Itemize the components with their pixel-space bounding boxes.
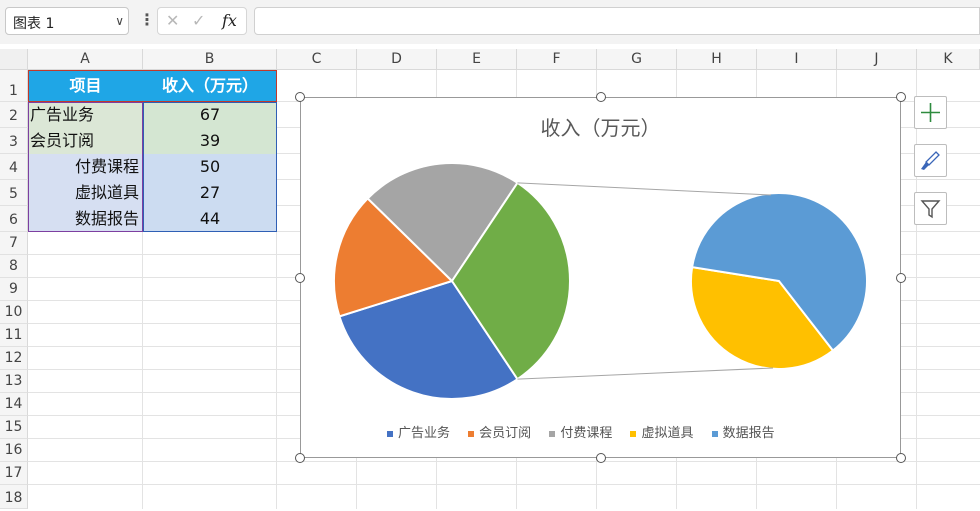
formula-actions: ✕ ✓ fx [157, 7, 247, 35]
legend-swatch [468, 430, 475, 437]
row-header-5[interactable]: 5 [0, 180, 28, 206]
chevron-down-icon[interactable]: ∨ [115, 14, 124, 28]
row-header-15[interactable]: 15 [0, 416, 28, 439]
legend-item[interactable]: 广告业务 [387, 422, 450, 441]
row-header-17[interactable]: 17 [0, 462, 28, 485]
insert-function-icon[interactable]: fx [222, 11, 237, 30]
column-header-f[interactable]: F [517, 49, 597, 70]
row-header-16[interactable]: 16 [0, 439, 28, 462]
row-header-9[interactable]: 9 [0, 278, 28, 301]
chart-legend[interactable]: 广告业务 会员订阅 付费课程 虚拟道具 数据报告 [387, 422, 789, 441]
row-header-14[interactable]: 14 [0, 393, 28, 416]
legend-item[interactable]: 付费课程 [549, 422, 612, 441]
legend-label: 付费课程 [560, 426, 613, 441]
column-header-c[interactable]: C [277, 49, 357, 70]
name-box[interactable]: 图表 1 ∨ [5, 7, 129, 35]
column-header-k[interactable]: K [917, 49, 980, 70]
resize-handle-bottom[interactable] [596, 453, 606, 463]
legend-swatch [387, 430, 393, 437]
column-header-a[interactable]: A [28, 49, 143, 70]
column-header-h[interactable]: H [677, 49, 757, 70]
range-highlight-header [28, 70, 277, 102]
range-highlight-items [28, 102, 143, 232]
formula-bar: 图表 1 ∨ ⋮ ✕ ✓ fx [0, 0, 980, 44]
row-header-2[interactable]: 2 [0, 102, 28, 128]
resize-handle-bottom-left[interactable] [295, 453, 305, 463]
resize-handle-left[interactable] [295, 273, 305, 283]
column-header-d[interactable]: D [357, 49, 437, 70]
resize-handle-top[interactable] [596, 92, 606, 102]
more-options-icon[interactable]: ⋮ [139, 10, 155, 29]
column-header-b[interactable]: B [143, 49, 277, 70]
row-header-13[interactable]: 13 [0, 370, 28, 393]
chart-filter-icon [920, 200, 941, 219]
legend-label: 广告业务 [398, 426, 451, 441]
add-chart-element-icon [921, 103, 940, 122]
legend-label: 虚拟道具 [641, 426, 694, 441]
chart-area[interactable]: 收入（万元） 广告业务 会员订阅 付费课程 虚拟道具 数据报告 [300, 97, 901, 458]
row-header-18[interactable]: 18 [0, 485, 28, 509]
legend-label: 数据报告 [722, 426, 775, 441]
row-header-6[interactable]: 6 [0, 206, 28, 232]
row-header-7[interactable]: 7 [0, 232, 28, 255]
row-header-10[interactable]: 10 [0, 301, 28, 324]
pie-of-pie-chart[interactable] [301, 98, 900, 457]
legend-swatch [711, 430, 718, 437]
column-header-e[interactable]: E [437, 49, 517, 70]
row-header-3[interactable]: 3 [0, 128, 28, 154]
resize-handle-bottom-right[interactable] [896, 453, 906, 463]
row-header-4[interactable]: 4 [0, 154, 28, 180]
row-header-8[interactable]: 8 [0, 255, 28, 278]
connector-line-bottom [517, 367, 774, 380]
connector-line-top [517, 182, 772, 196]
resize-handle-top-right[interactable] [896, 92, 906, 102]
row-header-11[interactable]: 11 [0, 324, 28, 347]
legend-swatch [549, 430, 556, 437]
column-header-g[interactable]: G [597, 49, 677, 70]
row-header-1[interactable]: 1 [0, 70, 28, 102]
confirm-icon[interactable]: ✓ [192, 11, 205, 30]
formula-input[interactable] [254, 7, 980, 35]
range-highlight-values [143, 102, 277, 232]
resize-handle-top-left[interactable] [295, 92, 305, 102]
chart-style-brush-icon [921, 151, 940, 170]
add-chart-element-button[interactable] [914, 96, 947, 129]
legend-item[interactable]: 数据报告 [711, 422, 775, 441]
row-header-12[interactable]: 12 [0, 347, 28, 370]
legend-item[interactable]: 会员订阅 [468, 422, 531, 441]
column-header-j[interactable]: J [837, 49, 917, 70]
resize-handle-right[interactable] [896, 273, 906, 283]
chart-style-button[interactable] [914, 144, 947, 177]
legend-swatch [630, 430, 637, 437]
select-all-corner[interactable] [0, 49, 28, 70]
legend-item[interactable]: 虚拟道具 [630, 422, 693, 441]
name-box-value: 图表 1 [13, 16, 55, 32]
legend-label: 会员订阅 [479, 426, 532, 441]
cancel-icon[interactable]: ✕ [166, 11, 179, 30]
chart-filter-button[interactable] [914, 192, 947, 225]
column-header-i[interactable]: I [757, 49, 837, 70]
